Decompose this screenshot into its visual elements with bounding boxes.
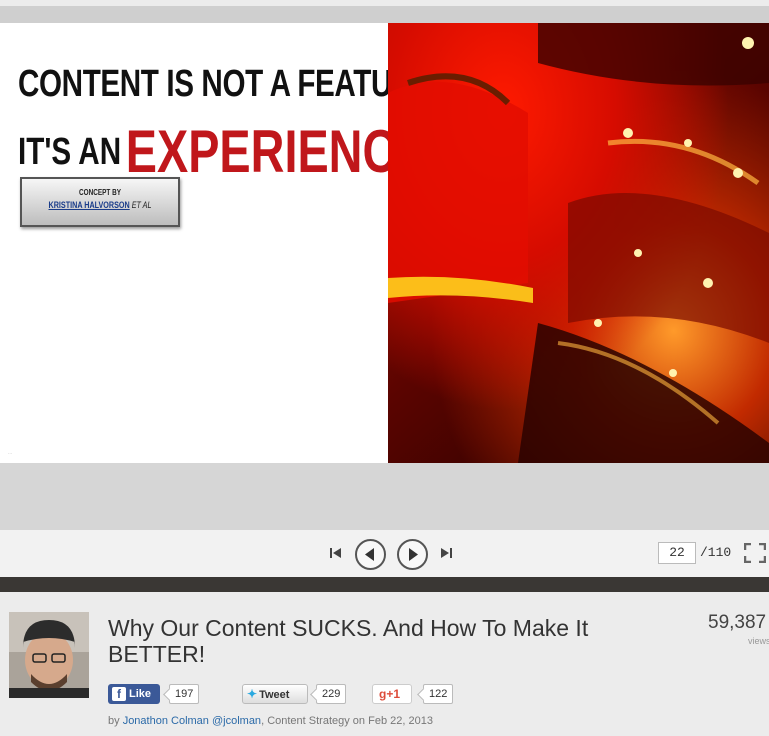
slide-gray-band — [0, 463, 769, 530]
slide-headline-prefix: IT'S AN — [18, 131, 122, 173]
facebook-icon: f — [112, 687, 126, 701]
previous-icon — [365, 548, 374, 561]
presentation-info: Why Our Content SUCKS. And How To Make I… — [0, 592, 769, 736]
section-divider — [0, 577, 769, 592]
skip-to-end-icon[interactable] — [440, 546, 452, 560]
concept-label: CONCEPT BY — [79, 188, 121, 197]
tweet-button[interactable]: ✦ Tweet — [242, 684, 308, 704]
twitter-bird-icon: ✦ — [247, 687, 258, 701]
skip-to-start-icon[interactable] — [330, 546, 342, 560]
top-strip — [0, 0, 769, 23]
concept-credit-box: CONCEPT BY KRISTINA HALVORSON ET AL — [20, 177, 180, 227]
next-slide-button[interactable] — [397, 539, 428, 570]
views-count: 59,387 — [708, 612, 767, 633]
concept-author-suffix: ET AL — [131, 200, 152, 210]
facebook-like-count: 197 — [169, 684, 200, 704]
player-controls: 22 /110 — [0, 530, 769, 577]
author-avatar[interactable] — [9, 612, 89, 698]
fullscreen-icon[interactable] — [743, 542, 767, 564]
slide-viewer[interactable]: CONTENT IS NOT A FEATURE IT'S ANEXPERIEN… — [0, 23, 769, 463]
google-plus-button[interactable]: g+1 — [372, 684, 412, 704]
author-link[interactable]: Jonathon Colman — [123, 715, 209, 727]
tweet-label: Tweet — [259, 689, 290, 701]
concept-author: KRISTINA HALVORSON ET AL — [38, 200, 163, 210]
category-link[interactable]: Content Strategy — [267, 715, 350, 727]
google-plus-count: 122 — [423, 684, 454, 704]
author-handle-link[interactable]: @jcolman — [212, 715, 261, 727]
byline-prefix: by — [108, 715, 123, 727]
tweet-count: 229 — [316, 684, 347, 704]
presentation-title[interactable]: Why Our Content SUCKS. And How To Make I… — [108, 615, 668, 667]
google-plus-label: +1 — [386, 687, 401, 701]
previous-slide-button[interactable] — [355, 539, 386, 570]
views-label: views — [748, 636, 769, 646]
next-icon — [409, 548, 418, 561]
slide-headline-line2: IT'S ANEXPERIENCE — [18, 109, 427, 185]
concept-author-name: KRISTINA HALVORSON — [48, 200, 130, 210]
facebook-like-button[interactable]: f Like — [108, 684, 160, 704]
publish-date: Feb 22, 2013 — [368, 715, 433, 727]
image-credit-line: ··· — [8, 451, 12, 456]
slide-headline-line1: CONTENT IS NOT A FEATURE — [18, 63, 433, 105]
theater-photo-graphic — [388, 23, 769, 463]
byline: by Jonathon Colman @jcolman, Content Str… — [108, 715, 433, 727]
slide-headline-accent: EXPERIENCE — [125, 118, 428, 185]
facebook-like-label: Like — [129, 688, 152, 700]
theater-photo — [388, 23, 769, 463]
slide-text-panel: CONTENT IS NOT A FEATURE IT'S ANEXPERIEN… — [0, 23, 433, 463]
page-total: /110 — [700, 545, 732, 560]
top-bar — [0, 6, 769, 23]
byline-date-prefix: on — [349, 715, 369, 727]
page-number-input[interactable]: 22 — [658, 542, 696, 564]
